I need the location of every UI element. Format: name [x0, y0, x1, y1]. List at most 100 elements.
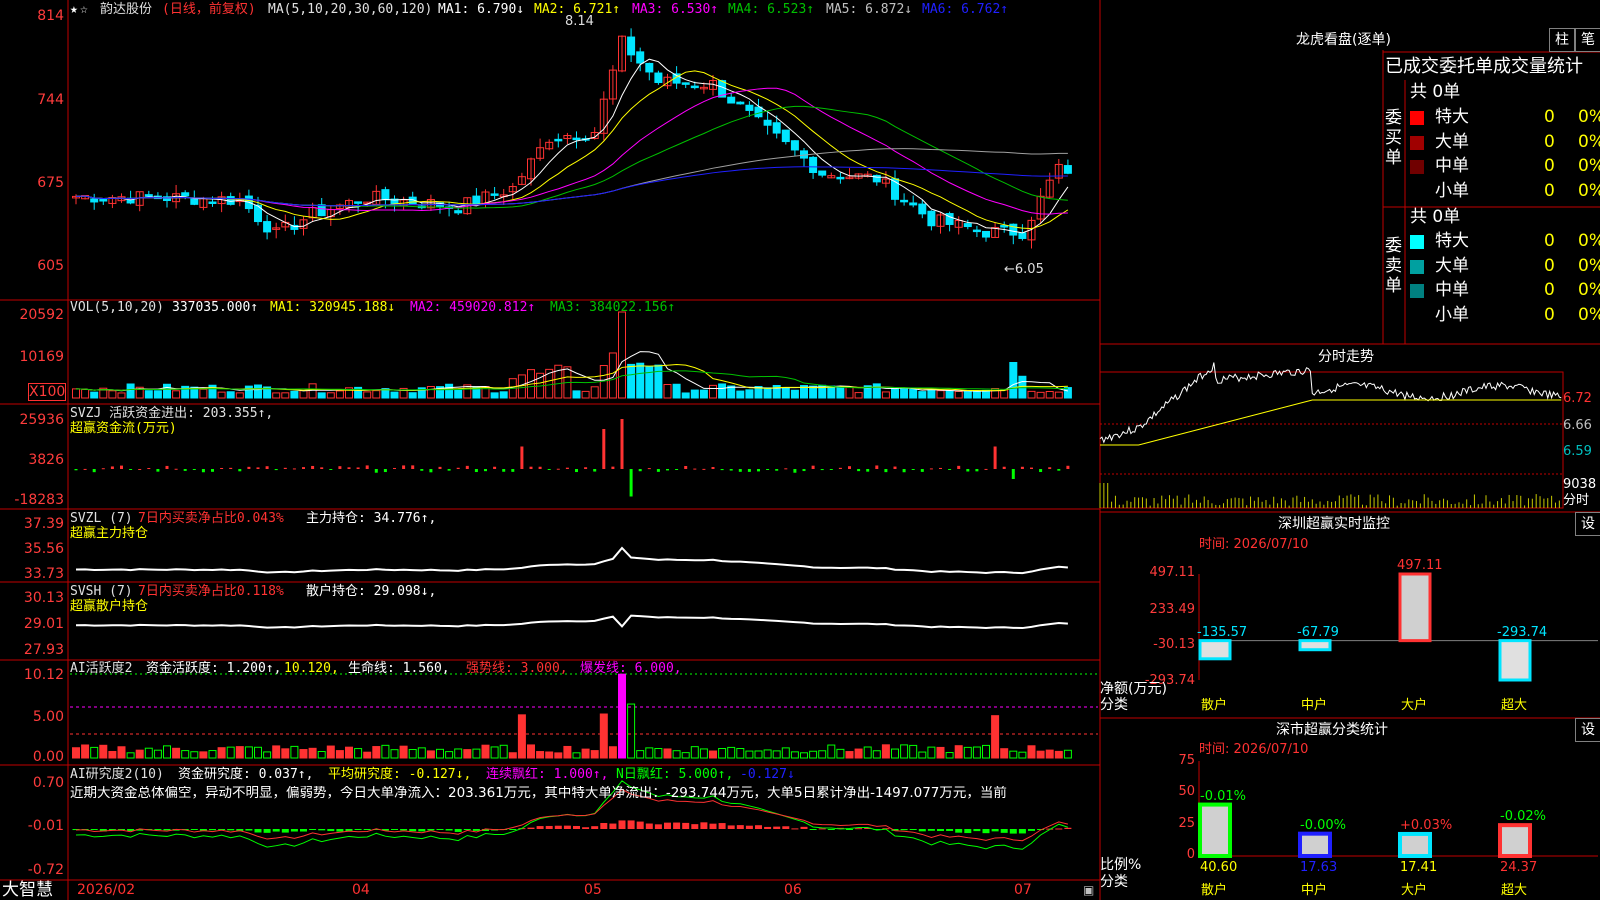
date-label: 04 [352, 882, 370, 898]
volume-bar [845, 387, 854, 399]
research-bar [827, 829, 835, 830]
star-outline-icon: ☆ [80, 2, 88, 17]
flow-bar [1011, 469, 1015, 479]
candle [627, 36, 636, 56]
class-category: 超大 [1501, 883, 1528, 898]
research-bar [682, 822, 690, 829]
sz-class-settings-button[interactable]: 设 [1575, 718, 1600, 742]
price-axis-label: 814 [37, 8, 64, 24]
volume-bar [335, 390, 344, 399]
class-time: 时间: 2026/07/10 [1199, 742, 1309, 757]
candle [918, 203, 927, 215]
volume-bar [408, 392, 417, 399]
class-category-label: 分类 [1100, 874, 1128, 890]
research-bar [363, 829, 371, 830]
research-bar [600, 822, 608, 829]
flow-bar [247, 466, 251, 469]
activity-bar [1036, 750, 1045, 759]
activity-bar [590, 750, 599, 759]
research-bar [90, 829, 98, 830]
research-bar [818, 828, 826, 830]
volume-bar [281, 392, 290, 399]
flow-bar [201, 469, 205, 473]
activity-bar [536, 751, 545, 759]
price-high-annotation: 8.14 [565, 14, 594, 29]
order-pct: 0% [1578, 280, 1600, 300]
activity-bar [226, 746, 235, 759]
intraday-title: 分时走势 [1318, 349, 1374, 365]
candle [745, 104, 754, 111]
sz-axis-label: 233.49 [1149, 602, 1196, 617]
research-bar [918, 829, 926, 832]
flow-bar [984, 468, 988, 470]
activity-bar [608, 746, 617, 759]
candle [736, 101, 745, 105]
flow-bar [529, 466, 533, 469]
svzl-pct: 7日内买卖净占比0.043% [138, 511, 284, 526]
volume-bar [299, 389, 308, 399]
flow-bar [602, 429, 606, 469]
activity-bar [809, 750, 818, 759]
research-bar [1000, 829, 1008, 833]
volume-bar [790, 389, 799, 399]
volume-ma-line [75, 351, 1069, 392]
class-axis-unit: 比例% [1100, 857, 1142, 873]
volume-ma-line [75, 364, 1068, 392]
sz-monitor-settings-button[interactable]: 设 [1575, 512, 1600, 536]
volume-bar [108, 390, 117, 399]
flow-bar [757, 469, 760, 472]
activity-bar [818, 750, 827, 759]
date-label: 2026/02 [77, 882, 136, 898]
svsh-hold: 散户持仓: 29.098↓, [306, 584, 437, 599]
date-label: 07 [1014, 882, 1032, 898]
sz-monitor-time: 时间: 2026/07/10 [1199, 537, 1309, 552]
activity-bar [991, 715, 1000, 759]
flow-bar [383, 469, 387, 473]
price-low-annotation: ←6.05 [1004, 262, 1044, 277]
research-bar [1064, 827, 1072, 829]
research-bar [290, 829, 298, 832]
candle [454, 210, 463, 214]
research-bar [800, 826, 808, 829]
activity-bar [408, 749, 417, 759]
flow-bar [110, 466, 114, 469]
flow-bar [274, 469, 278, 471]
flow-bar [939, 467, 942, 469]
date-label: 05 [584, 882, 602, 898]
candle [900, 199, 909, 203]
flow-bar [993, 446, 997, 469]
order-count: 0 [1544, 255, 1555, 276]
volume-bar [572, 390, 581, 399]
flow-bar [302, 467, 305, 469]
research-bar [736, 825, 744, 829]
research-bar [573, 825, 580, 829]
tick-mode-button[interactable]: 笔 [1575, 28, 1600, 52]
vol-spec: VOL(5,10,20) [70, 300, 164, 315]
activity-bar [754, 750, 763, 759]
volume-bar [854, 392, 863, 399]
candle [354, 201, 363, 204]
sz-axis-label: 497.11 [1149, 565, 1196, 580]
activity-bar [272, 745, 281, 759]
activity-bar [72, 747, 80, 759]
class-bar-value: 40.60 [1200, 860, 1238, 875]
activity-bar [545, 751, 554, 759]
candle [654, 72, 663, 84]
activity-bar [827, 744, 836, 759]
candle [727, 96, 736, 104]
period-label[interactable]: (日线，前复权) [162, 2, 256, 17]
flow-bar [92, 469, 96, 473]
flow-bar [766, 469, 770, 470]
vol-unit-label: X100 [28, 383, 66, 401]
lock-icon[interactable]: ▣ [1083, 882, 1094, 898]
activity-bar [363, 751, 372, 759]
bar-mode-button[interactable]: 柱 [1549, 28, 1575, 52]
flow-bar [929, 468, 933, 470]
order-count: 0 [1544, 156, 1555, 176]
research-bar [318, 829, 326, 831]
research-bar [1028, 829, 1035, 831]
price-plots[interactable] [0, 0, 1100, 900]
candle [790, 140, 799, 151]
svsh-pct: 7日内买卖净占比0.118% [138, 584, 284, 599]
order-label: 特大 [1435, 107, 1469, 127]
